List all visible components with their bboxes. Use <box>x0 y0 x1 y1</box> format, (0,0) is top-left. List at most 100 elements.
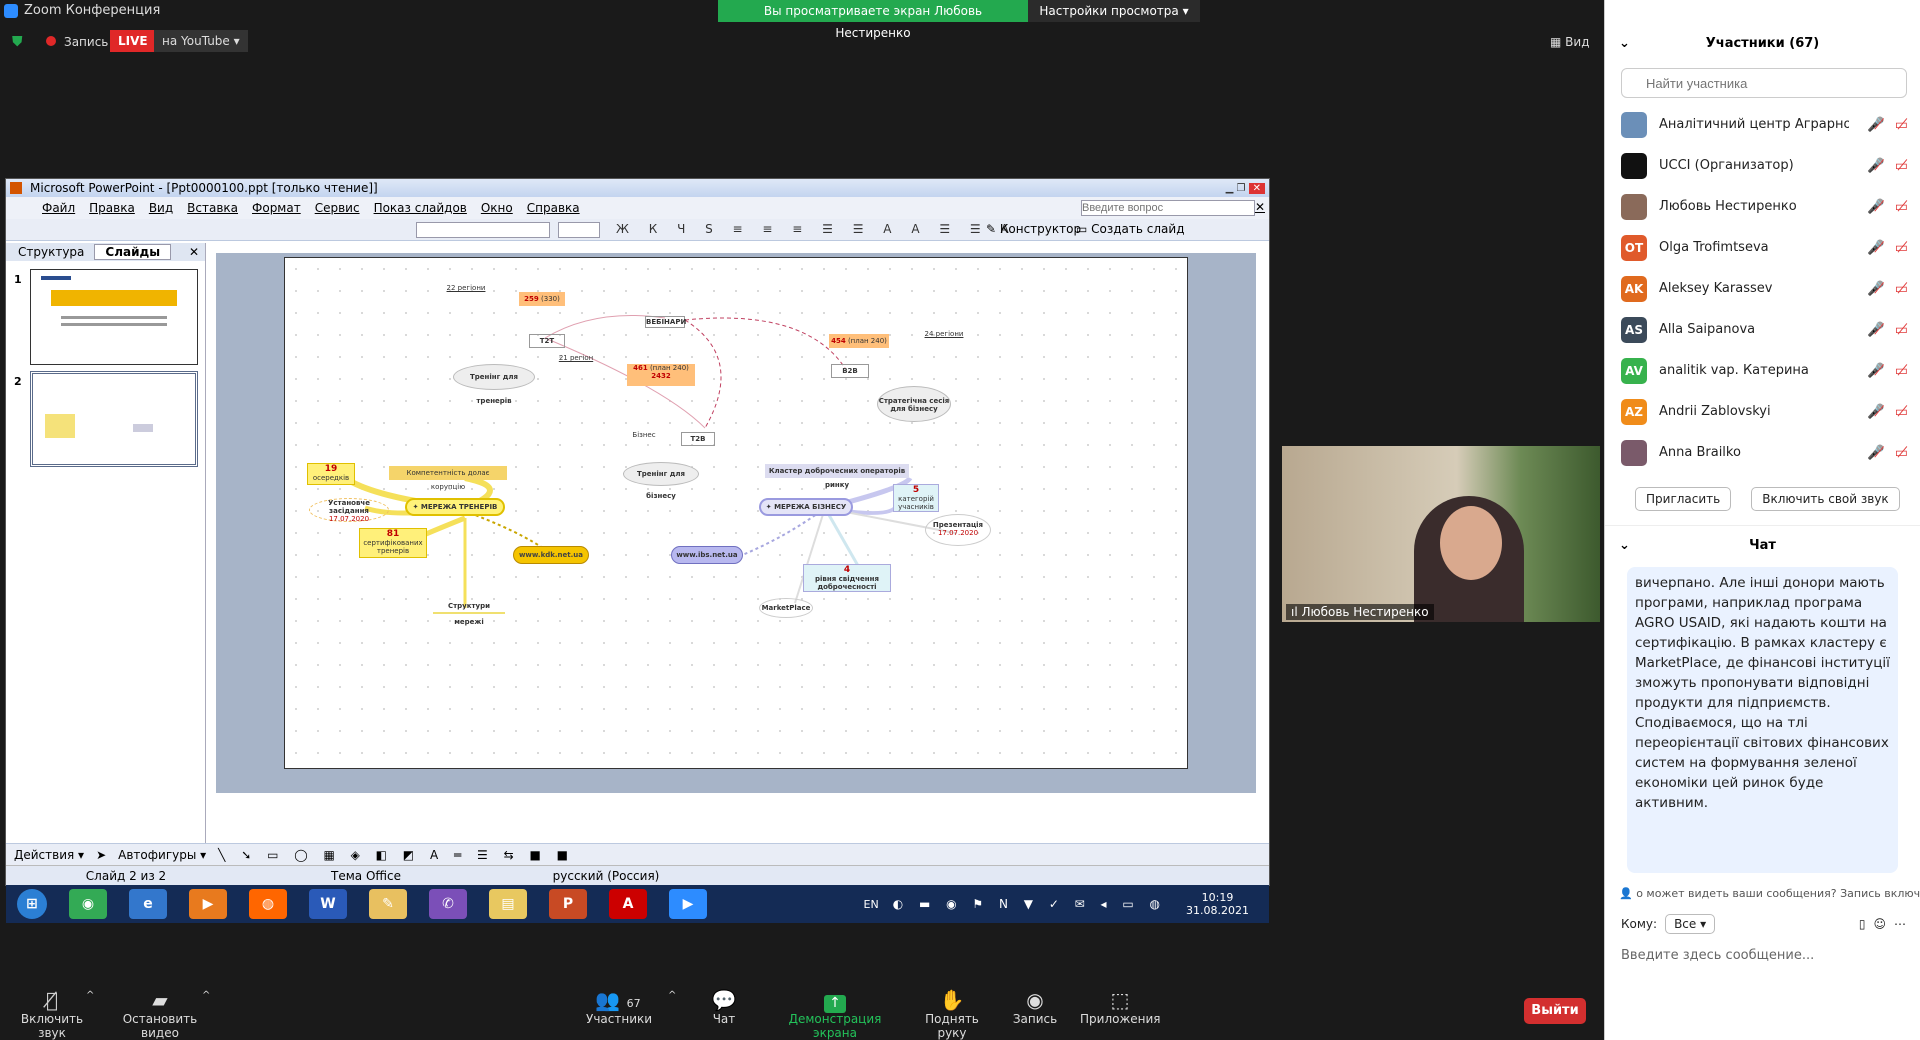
file-icon[interactable]: ▯ <box>1859 917 1866 931</box>
audio-options-chevron[interactable]: ^ <box>86 990 94 1001</box>
unmute-self-button[interactable]: Включить свой звук <box>1751 487 1900 511</box>
tab-slides[interactable]: Слайды <box>94 244 172 260</box>
menu-insert[interactable]: Вставка <box>187 201 238 215</box>
speaker-video[interactable]: ıl Любовь Нестиренко <box>1282 446 1600 622</box>
view-settings-button[interactable]: Настройки просмотра ▾ <box>1028 0 1200 22</box>
draw-tools-icons[interactable]: ╲ ➘ ▭ ◯ ▦ ◈ ◧ ◩ A ═ ☰ ⇆ ■ ■ <box>218 848 574 862</box>
shield-icon[interactable]: ⛊ <box>12 34 23 50</box>
participant-row[interactable]: Любовь Нестиренко 🎤̸ ▭̸ <box>1605 186 1920 227</box>
participant-row[interactable]: AK Aleksey Karassev 🎤̸ ▭̸ <box>1605 268 1920 309</box>
participant-row[interactable]: UCCI (Организатор) 🎤̸ ▭̸ <box>1605 145 1920 186</box>
start-button-icon[interactable]: ⊞ <box>17 889 47 919</box>
camera-off-icon[interactable]: ▭̸ <box>1895 281 1908 297</box>
participants-options-chevron[interactable]: ^ <box>668 990 676 1001</box>
unmute-button[interactable]: 🎙̸ Включить звук <box>10 988 94 1040</box>
participant-row[interactable]: AZ Andrii Zablovskyi 🎤̸ ▭̸ <box>1605 391 1920 432</box>
to-recipient-select[interactable]: Все ▾ <box>1665 914 1716 934</box>
apps-button[interactable]: ⬚ Приложения <box>1080 988 1161 1026</box>
stop-video-button[interactable]: ▰ Остановить видео <box>108 988 212 1040</box>
pane-close-icon[interactable]: ✕ <box>189 245 199 259</box>
menu-view[interactable]: Вид <box>149 201 173 215</box>
participant-row[interactable]: AV analitik vap. Катерина 🎤̸ ▭̸ <box>1605 350 1920 391</box>
ppt-window-controls[interactable]: ▁ ❐ ✕ <box>1226 180 1265 198</box>
participant-search-input[interactable] <box>1621 68 1907 98</box>
chat-notice[interactable]: 👤 о может видеть ваши сообщения? Запись … <box>1605 873 1920 900</box>
participant-row[interactable]: Anna Brailko 🎤̸ ▭̸ <box>1605 432 1920 473</box>
menu-format[interactable]: Формат <box>252 201 301 215</box>
size-select[interactable] <box>558 222 600 238</box>
raise-hand-button[interactable]: ✋ Поднять руку <box>910 988 994 1040</box>
chat-input[interactable]: Введите здесь сообщение... <box>1605 934 1920 963</box>
camera-off-icon[interactable]: ▭̸ <box>1895 117 1908 133</box>
mic-muted-icon[interactable]: 🎤̸ <box>1867 322 1884 338</box>
media-player-icon[interactable]: ▶ <box>189 889 227 919</box>
camera-off-icon[interactable]: ▭̸ <box>1895 363 1908 379</box>
autoshapes-menu[interactable]: Автофигуры ▾ <box>118 848 206 862</box>
view-button[interactable]: ▦ Вид <box>1550 35 1589 49</box>
create-slide-button[interactable]: ▭ Создать слайд <box>1076 222 1185 236</box>
acrobat-icon[interactable]: A <box>609 889 647 919</box>
youtube-dropdown[interactable]: на YouTube ▾ <box>154 30 248 52</box>
participants-button[interactable]: 👥 67 Участники <box>586 988 652 1026</box>
mic-muted-icon[interactable]: 🎤̸ <box>1867 158 1884 174</box>
tray-icons[interactable]: ◐ ▬ ◉ ⚑ N ▼ ✓ ✉ ◂ ▭ ◍ <box>893 897 1166 911</box>
node-kdk-link[interactable]: www.kdk.net.ua <box>513 546 589 564</box>
invite-button[interactable]: Пригласить <box>1635 487 1732 511</box>
mic-muted-icon[interactable]: 🎤̸ <box>1867 445 1884 461</box>
collapse-chat-icon[interactable]: ⌄ <box>1619 538 1630 553</box>
explorer-icon[interactable]: ▤ <box>489 889 527 919</box>
menu-window[interactable]: Окно <box>481 201 513 215</box>
camera-off-icon[interactable]: ▭̸ <box>1895 445 1908 461</box>
node-competence: Компетентність долає корупцію <box>389 466 507 491</box>
paint-icon[interactable]: ✎ <box>369 889 407 919</box>
mic-muted-icon[interactable]: 🎤̸ <box>1867 363 1884 379</box>
record-button[interactable]: ◉ Запись <box>1010 988 1060 1026</box>
leave-button[interactable]: Выйти <box>1524 998 1586 1024</box>
tray-clock[interactable]: 10:19 31.08.2021 <box>1186 891 1249 917</box>
mindmap-slide[interactable]: 19 осередків Компетентність долає корупц… <box>284 257 1188 769</box>
participant-row[interactable]: OT Olga Trofimtseva 🎤̸ ▭̸ <box>1605 227 1920 268</box>
ppt-close-doc-icon[interactable]: ✕ <box>1255 200 1265 214</box>
menu-help[interactable]: Справка <box>527 201 580 215</box>
camera-off-icon[interactable]: ▭̸ <box>1895 199 1908 215</box>
mic-muted-icon[interactable]: 🎤̸ <box>1867 117 1884 133</box>
menu-tools[interactable]: Сервис <box>315 201 360 215</box>
zoom-taskbar-icon[interactable]: ▶ <box>669 889 707 919</box>
node-ibs-link[interactable]: www.ibs.net.ua <box>671 546 743 564</box>
mic-muted-icon[interactable]: 🎤̸ <box>1867 240 1884 256</box>
chrome-icon[interactable]: ◉ <box>69 889 107 919</box>
slide-thumbnail-2[interactable] <box>30 371 198 467</box>
actions-menu[interactable]: Действия ▾ <box>14 848 84 862</box>
tray-language[interactable]: EN <box>864 898 879 911</box>
chat-button[interactable]: 💬 Чат <box>704 988 744 1026</box>
designer-button[interactable]: ✎ Конструктор <box>986 222 1081 236</box>
emoji-icon[interactable]: ☺ <box>1873 917 1886 931</box>
participant-row[interactable]: Аналітичний центр Аграрно... (Я) 🎤̸ ▭̸ <box>1605 104 1920 145</box>
video-options-chevron[interactable]: ^ <box>202 990 210 1001</box>
camera-off-icon[interactable]: ▭̸ <box>1895 404 1908 420</box>
menu-slideshow[interactable]: Показ слайдов <box>374 201 467 215</box>
powerpoint-taskbar-icon[interactable]: P <box>549 889 587 919</box>
collapse-participants-icon[interactable]: ⌄ <box>1619 36 1630 51</box>
select-arrow-icon[interactable]: ➤ <box>96 848 106 862</box>
more-icon[interactable]: ⋯ <box>1894 917 1906 931</box>
word-icon[interactable]: W <box>309 889 347 919</box>
camera-off-icon[interactable]: ▭̸ <box>1895 322 1908 338</box>
ie-icon[interactable]: e <box>129 889 167 919</box>
slide-thumbnail-1[interactable] <box>30 269 198 365</box>
font-select[interactable] <box>416 222 550 238</box>
menu-edit[interactable]: Правка <box>89 201 135 215</box>
camera-off-icon[interactable]: ▭̸ <box>1895 240 1908 256</box>
ask-question-input[interactable] <box>1081 200 1255 216</box>
firefox-icon[interactable]: ◍ <box>249 889 287 919</box>
participant-row[interactable]: AS Alla Saipanova 🎤̸ ▭̸ <box>1605 309 1920 350</box>
share-screen-button[interactable]: ↑ Демонстрация экрана <box>770 988 900 1040</box>
format-buttons[interactable]: Ж К Ч S ≡ ≡ ≡ ☰ ☰ A A ☰ ☰ A <box>616 222 1017 236</box>
tab-outline[interactable]: Структура <box>12 245 90 259</box>
mic-muted-icon[interactable]: 🎤̸ <box>1867 404 1884 420</box>
viber-icon[interactable]: ✆ <box>429 889 467 919</box>
mic-muted-icon[interactable]: 🎤̸ <box>1867 199 1884 215</box>
menu-file[interactable]: Файл <box>42 201 75 215</box>
mic-muted-icon[interactable]: 🎤̸ <box>1867 281 1884 297</box>
camera-off-icon[interactable]: ▭̸ <box>1895 158 1908 174</box>
